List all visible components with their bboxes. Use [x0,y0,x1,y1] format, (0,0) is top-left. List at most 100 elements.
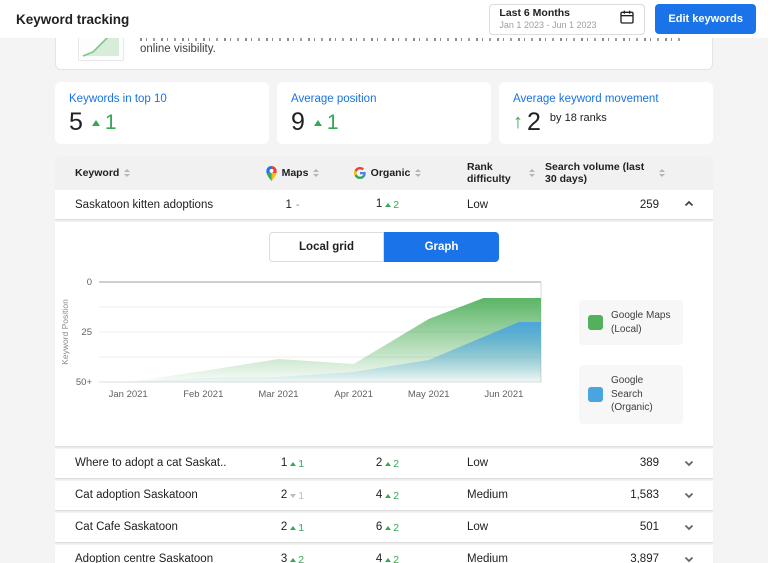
maps-rank-cell: 21 [280,520,305,534]
stat-value: 5 [69,108,83,136]
calendar-icon [619,9,635,30]
scroll-content: online visibility. Keywords in top 10 5 … [55,0,713,563]
up-triangle-icon [313,119,322,126]
expand-collapse-button[interactable] [665,521,713,533]
column-header-keyword[interactable]: Keyword [55,167,245,179]
search-volume-cell: 1,583 [630,489,659,501]
date-range-value: Jan 1 2023 - Jun 1 2023 [499,19,597,30]
google-maps-pin-icon [265,165,277,181]
up-triangle-icon [290,461,297,466]
table-header-row: Keyword Maps Organic Rank difficulty Sea… [55,156,713,190]
up-triangle-icon [385,557,392,562]
column-header-organic[interactable]: Organic [340,167,435,179]
chart-row: 0 25 50+ Jan 2021 Feb 2021 Mar 2021 Apr 2021 Ma… [55,270,713,444]
legend-label: Google Maps (Local) [611,310,671,335]
expand-collapse-button[interactable] [665,489,713,501]
legend-item: Google Search (Organic) [579,365,683,424]
column-header-maps[interactable]: Maps [245,165,340,181]
maps-rank-cell: 1- [285,198,300,211]
legend-swatch [588,386,603,402]
up-triangle-icon [290,525,297,530]
rank-difficulty-cell: Low [467,457,489,469]
organic-rank-cell: 62 [375,520,400,534]
column-header-search-volume[interactable]: Search volume (last 30 days) [535,161,665,185]
up-triangle-icon [91,119,100,126]
down-triangle-icon [290,493,297,498]
stat-delta: 1 [91,111,117,135]
organic-rank-cell: 12 [375,198,400,211]
intro-visible-text: online visibility. [140,43,216,55]
stat-suffix: by 18 ranks [549,111,607,124]
search-volume-cell: 501 [639,521,659,533]
date-range-label: Last 6 Months [499,6,571,19]
maps-rank-cell: 21 [280,488,305,502]
table-row[interactable]: Where to adopt a cat Saskat.. 11 22 Low … [55,448,713,479]
keyword-cell: Adoption centre Saskatoon [75,553,214,563]
rank-difficulty-cell: Low [467,521,489,533]
table-row[interactable]: Cat adoption Saskatoon 21 42 Medium 1,58… [55,480,713,511]
expanded-keyword-panel: Local grid Graph 0 25 50+ Jan 2021 Feb 2021 M… [55,222,713,447]
view-toggle: Local grid Graph [269,232,499,262]
keyword-cell: Cat adoption Saskatoon [75,489,198,501]
page-title: Keyword tracking [16,11,130,27]
svg-text:Feb 2021: Feb 2021 [183,389,223,400]
svg-text:Apr 2021: Apr 2021 [334,389,373,400]
search-volume-cell: 3,897 [630,553,659,563]
legend-label: Google Search (Organic) [611,375,653,413]
stat-delta: 1 [313,111,339,135]
graph-tab[interactable]: Graph [384,232,499,262]
keyword-cell: Saskatoon kitten adoptions [75,198,214,211]
up-triangle-icon [385,525,392,530]
keyword-position-chart: 0 25 50+ Jan 2021 Feb 2021 Mar 2021 Apr 2021 Ma… [60,277,542,400]
organic-rank-cell: 22 [375,456,400,470]
stat-card-keywords-top10: Keywords in top 10 5 1 [55,82,269,144]
svg-text:Jun 2021: Jun 2021 [484,389,523,400]
expand-collapse-button[interactable] [665,553,713,563]
table-body: Saskatoon kitten adoptions 1- 12 Low 259… [55,190,713,563]
svg-text:50+: 50+ [76,377,93,388]
sort-icon[interactable] [124,169,131,177]
stat-label: Average position [291,93,377,105]
up-triangle-icon [290,557,297,562]
table-row[interactable]: Saskatoon kitten adoptions 1- 12 Low 259 [55,190,713,220]
expand-collapse-button[interactable] [665,198,713,210]
legend-item: Google Maps (Local) [579,300,683,345]
stat-label: Keywords in top 10 [69,93,167,105]
chevron-down-icon [683,521,695,533]
keyword-tracking-page: online visibility. Keywords in top 10 5 … [0,0,768,563]
stat-value: 2 [527,108,541,136]
sort-icon[interactable] [415,169,422,177]
svg-text:Jan 2021: Jan 2021 [109,389,148,400]
search-volume-cell: 389 [639,457,659,469]
legend-swatch [588,315,603,330]
svg-text:May 2021: May 2021 [408,389,450,400]
local-grid-tab[interactable]: Local grid [269,232,384,262]
up-triangle-icon [385,203,392,207]
maps-rank-cell: 11 [280,456,305,470]
keyword-cell: Cat Cafe Saskatoon [75,521,178,533]
up-arrow-icon: ↑ [513,111,523,133]
search-volume-cell: 259 [639,198,659,211]
svg-text:25: 25 [81,327,92,338]
chevron-up-icon [683,198,695,210]
edit-keywords-button[interactable]: Edit keywords [655,4,756,34]
organic-rank-cell: 42 [375,488,400,502]
expand-collapse-button[interactable] [665,457,713,469]
chevron-down-icon [683,457,695,469]
organic-rank-cell: 42 [375,552,400,563]
sort-icon[interactable] [313,169,320,177]
svg-text:0: 0 [87,277,92,288]
sort-icon[interactable] [659,169,665,177]
top-bar: Keyword tracking Last 6 Months Jan 1 202… [0,0,768,38]
date-range-selector[interactable]: Last 6 Months Jan 1 2023 - Jun 1 2023 [489,3,646,35]
chart-legend: Google Maps (Local) Google Search (Organic… [579,300,683,444]
up-triangle-icon [385,461,392,466]
maps-rank-cell: 32 [280,552,305,563]
table-row[interactable]: Adoption centre Saskatoon 32 42 Medium 3… [55,544,713,563]
stat-label: Average keyword movement [513,93,659,105]
table-row[interactable]: Cat Cafe Saskatoon 21 62 Low 501 [55,512,713,543]
keyword-cell: Where to adopt a cat Saskat.. [75,457,227,469]
column-header-rank-difficulty[interactable]: Rank difficulty [435,161,535,185]
svg-text:Mar 2021: Mar 2021 [258,389,298,400]
rank-difficulty-cell: Medium [467,489,508,501]
